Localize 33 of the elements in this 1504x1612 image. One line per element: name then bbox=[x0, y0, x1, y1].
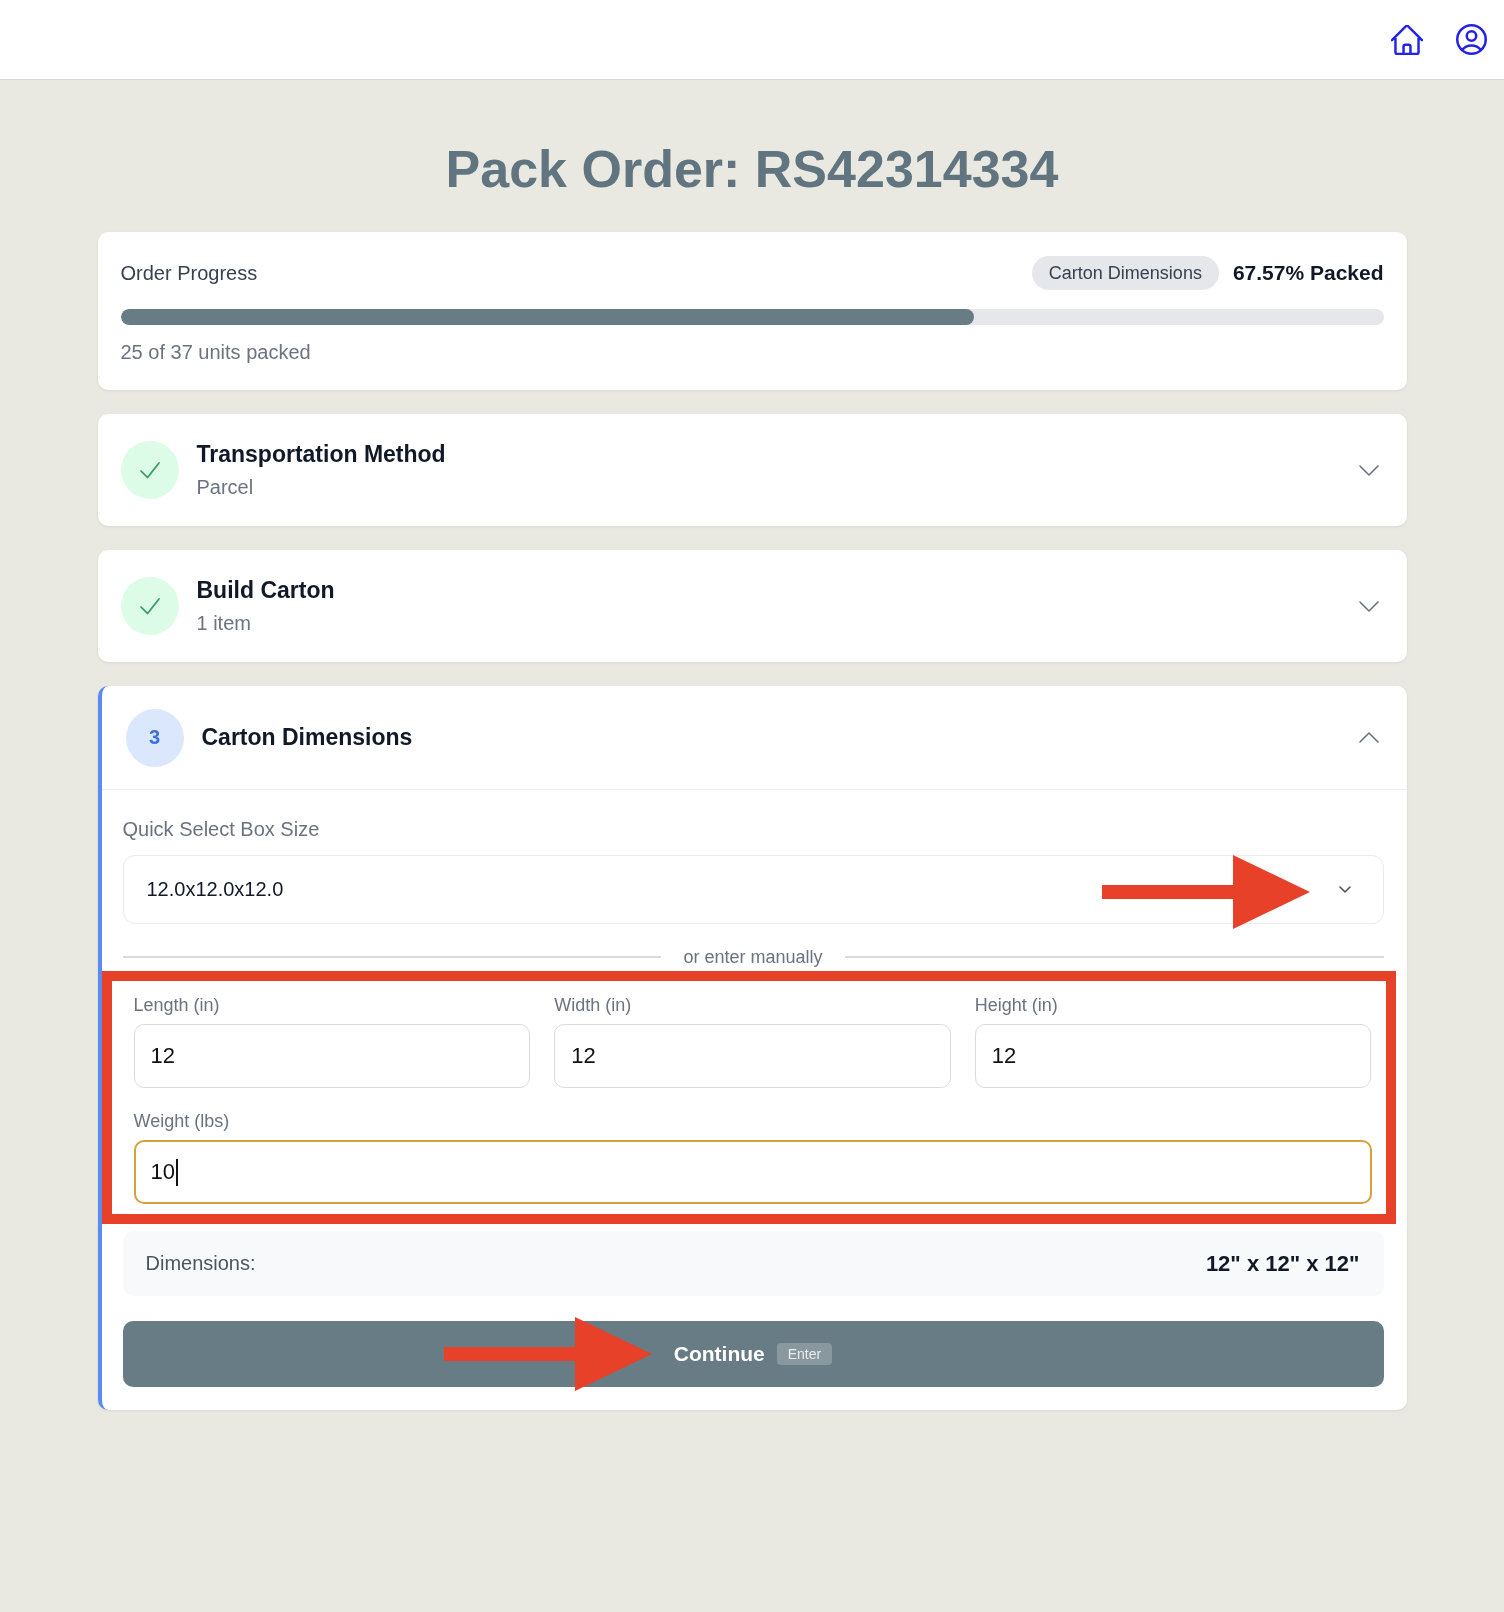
input-field[interactable]: 12 bbox=[974, 1024, 1372, 1088]
chevron-down-icon[interactable] bbox=[1358, 464, 1379, 476]
summary-value: 12" x 12" x 12" bbox=[1205, 1250, 1360, 1277]
step-title: Build Carton bbox=[196, 577, 335, 604]
field-label: Length (in) bbox=[133, 994, 220, 1016]
units-packed: 25 of 37 units packed bbox=[120, 340, 312, 364]
text-cursor-icon bbox=[176, 1158, 178, 1186]
chevron-up-icon[interactable] bbox=[1358, 732, 1379, 743]
page-title: Pack Order: RS42314334 bbox=[444, 139, 1060, 199]
input-field[interactable]: 10 bbox=[133, 1140, 1372, 1204]
continue-button[interactable]: Continue Enter bbox=[122, 1321, 1384, 1387]
percent-packed: 67.57% Packed bbox=[1232, 261, 1384, 285]
chevron-down-icon[interactable] bbox=[1358, 600, 1379, 612]
summary-label: Dimensions: bbox=[145, 1252, 256, 1275]
step-summary: Parcel bbox=[196, 475, 254, 499]
field-label: Weight (lbs) bbox=[133, 1110, 230, 1132]
input-field[interactable]: 12 bbox=[133, 1024, 531, 1088]
field-label: Width (in) bbox=[554, 994, 632, 1016]
field-label: Height (in) bbox=[974, 994, 1058, 1016]
step-number: 3 bbox=[125, 708, 184, 767]
step-summary: 1 item bbox=[196, 611, 251, 635]
input-field[interactable]: 12 bbox=[554, 1024, 951, 1088]
chevron-down-icon bbox=[1338, 886, 1351, 893]
current-step-badge: Carton Dimensions bbox=[1031, 256, 1219, 290]
step-title: Transportation Method bbox=[196, 441, 446, 468]
divider-label: or enter manually bbox=[683, 946, 823, 968]
progress-title: Order Progress bbox=[120, 261, 258, 285]
home-icon[interactable] bbox=[1391, 24, 1423, 55]
box-size-select[interactable]: 12.0x12.0x12.0 bbox=[122, 855, 1384, 924]
shortcut-key-hint: Enter bbox=[776, 1343, 833, 1365]
field-label: Quick Select Box Size bbox=[122, 817, 320, 841]
user-icon[interactable] bbox=[1456, 24, 1487, 55]
step-title: Carton Dimensions bbox=[201, 724, 413, 751]
